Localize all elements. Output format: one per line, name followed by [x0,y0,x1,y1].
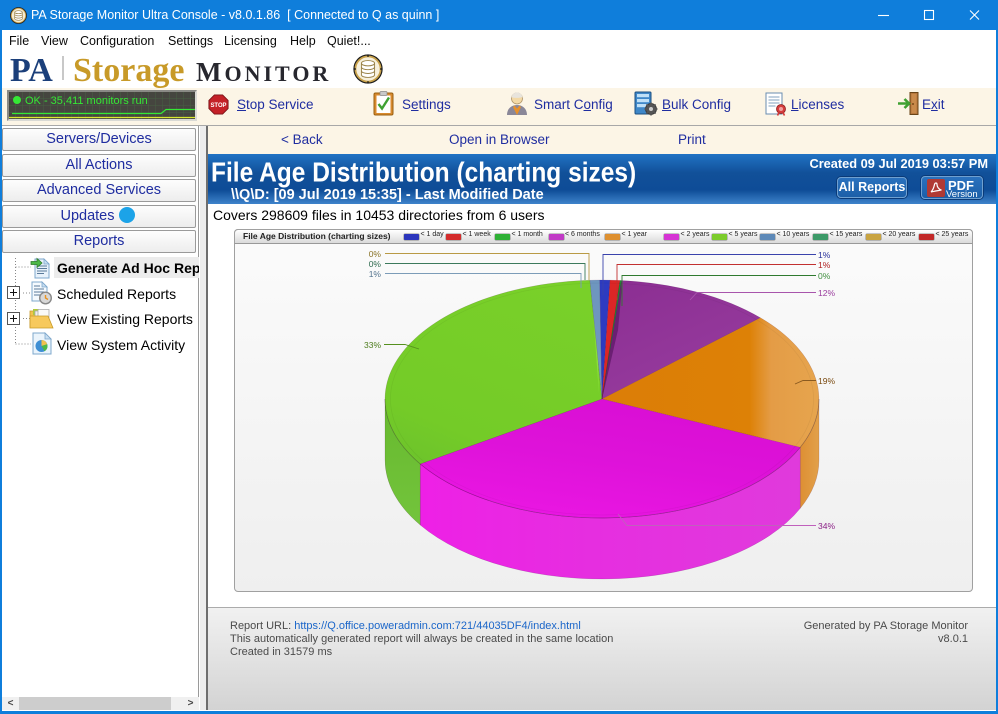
svg-text:0%: 0% [369,249,382,259]
svg-text:1%: 1% [369,269,382,279]
svg-text:STOP: STOP [210,103,226,109]
svg-text:1%: 1% [818,250,831,260]
svg-text:12%: 12% [818,288,835,298]
svg-text:OK - 35,411 monitors run: OK - 35,411 monitors run [25,95,148,107]
svg-text:1%: 1% [818,260,831,270]
svg-text:34%: 34% [818,521,835,531]
svg-text:0%: 0% [369,259,382,269]
svg-text:19%: 19% [818,376,835,386]
svg-text:33%: 33% [364,340,381,350]
svg-text:0%: 0% [818,271,831,281]
